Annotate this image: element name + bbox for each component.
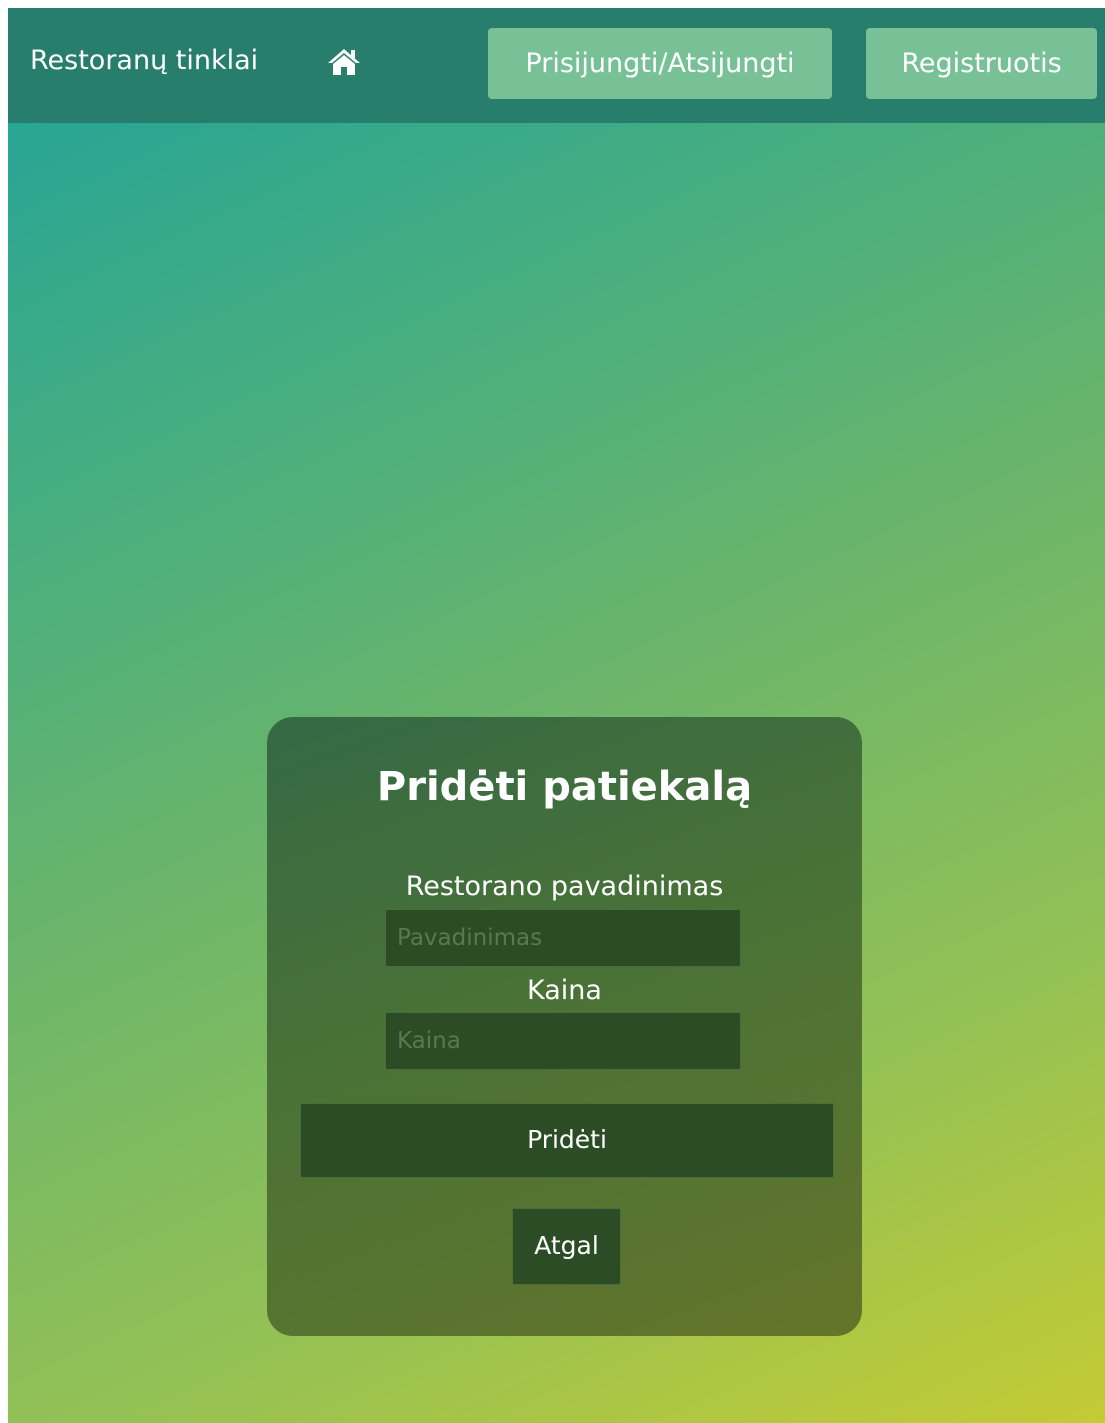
price-label: Kaina (527, 975, 602, 1006)
page-background: Restoranų tinklai Prisijungti/Atsijungti… (8, 8, 1105, 1423)
login-logout-button[interactable]: Prisijungti/Atsijungti (488, 28, 832, 99)
back-button[interactable]: Atgal (512, 1208, 621, 1285)
register-button[interactable]: Registruotis (866, 28, 1097, 99)
home-icon[interactable] (326, 46, 362, 78)
restaurant-name-input[interactable] (385, 909, 741, 967)
add-dish-form: Pridėti patiekalą Restorano pavadinimas … (267, 717, 862, 1336)
navbar: Restoranų tinklai Prisijungti/Atsijungti… (8, 8, 1105, 123)
add-button[interactable]: Pridėti (300, 1103, 834, 1178)
form-title: Pridėti patiekalą (376, 764, 753, 810)
restaurant-name-label: Restorano pavadinimas (405, 871, 724, 902)
brand-link[interactable]: Restoranų tinklai (30, 41, 258, 81)
price-input[interactable] (385, 1012, 741, 1070)
